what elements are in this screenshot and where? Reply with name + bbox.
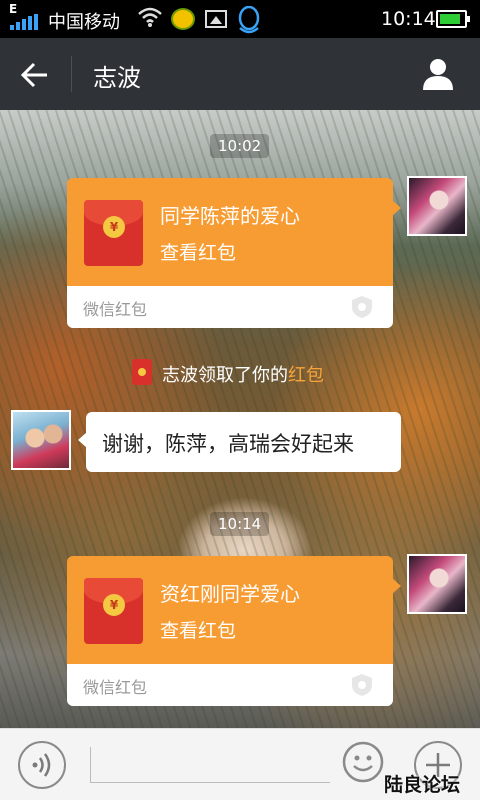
red-packet-brand: 微信红包 [83, 300, 148, 319]
shield-icon [352, 296, 372, 318]
red-packet-brand: 微信红包 [83, 678, 148, 697]
battery-icon [436, 10, 470, 28]
message-input[interactable] [90, 747, 330, 783]
red-packet-message[interactable]: ¥ 同学陈萍的爱心 查看红包 微信红包 [67, 178, 401, 328]
contact-avatar[interactable] [11, 410, 71, 470]
app-notification-icon [171, 8, 195, 30]
signal-icon [10, 14, 38, 30]
chat-header: 志波 [0, 38, 480, 110]
message-timestamp: 10:14 [210, 512, 270, 536]
red-envelope-icon: ¥ [84, 200, 143, 266]
qq-icon [238, 6, 260, 34]
incoming-text-message[interactable]: 谢谢，陈萍，高瑞会好起来 [78, 412, 401, 472]
red-packet-title: 资红刚同学爱心 [160, 582, 300, 606]
person-icon[interactable] [420, 56, 456, 92]
notice-red-packet-link[interactable]: 红包 [288, 365, 324, 386]
carrier-name: 中国移动 [48, 12, 120, 33]
chat-message-list[interactable]: 10:02 ¥ 同学陈萍的爱心 查看红包 微信红包 志波领取了你的红包 谢谢，陈… [0, 110, 480, 728]
gallery-icon [205, 10, 227, 28]
shield-icon [352, 674, 372, 696]
chat-title: 志波 [93, 64, 141, 92]
red-packet-subtitle: 查看红包 [160, 242, 237, 264]
status-time: 10:14 [381, 8, 436, 30]
red-packet-subtitle: 查看红包 [160, 620, 237, 642]
my-avatar[interactable] [407, 176, 467, 236]
notice-text: 志波领取了你的 [162, 365, 288, 386]
red-envelope-icon: ¥ [84, 578, 143, 644]
voice-button[interactable] [18, 741, 66, 789]
message-timestamp: 10:02 [210, 134, 270, 158]
arrow-left-icon[interactable] [18, 58, 52, 92]
message-text: 谢谢，陈萍，高瑞会好起来 [102, 432, 354, 456]
smiley-icon[interactable] [342, 741, 384, 783]
my-avatar[interactable] [407, 554, 467, 614]
wifi-icon [138, 7, 162, 27]
header-divider [71, 56, 72, 92]
red-packet-small-icon [132, 359, 152, 385]
status-bar: E 中国移动 10:14 [0, 0, 480, 38]
forum-watermark: 陆良论坛 [384, 774, 461, 796]
battery-fill [440, 14, 460, 24]
voice-icon [32, 753, 51, 777]
red-packet-title: 同学陈萍的爱心 [160, 204, 300, 228]
red-packet-message[interactable]: ¥ 资红刚同学爱心 查看红包 微信红包 [67, 556, 401, 706]
